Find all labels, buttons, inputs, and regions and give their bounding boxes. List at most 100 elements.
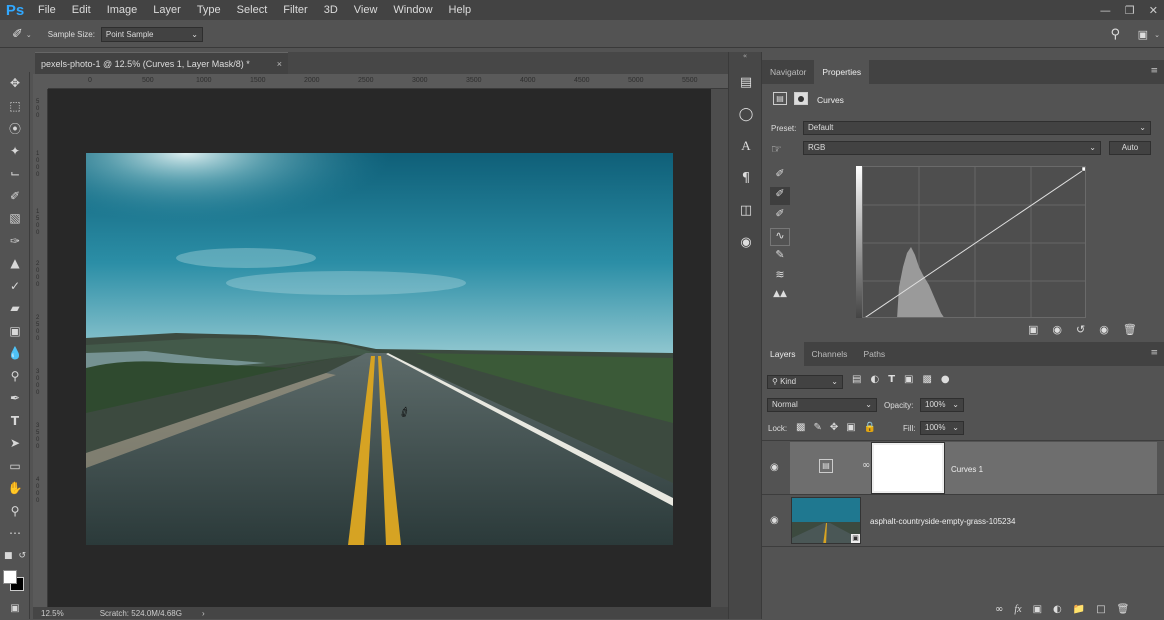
close-tab-icon[interactable]: × bbox=[277, 59, 282, 69]
add-mask-icon[interactable]: ▣ bbox=[1033, 604, 1042, 615]
chevron-right-icon[interactable]: › bbox=[202, 609, 205, 618]
smooth-curve-icon[interactable]: ≋ bbox=[770, 268, 790, 286]
quick-selection-tool-icon[interactable]: ✦ bbox=[0, 140, 30, 163]
delete-icon[interactable]: 🗑 bbox=[1123, 323, 1137, 336]
shape-filter-icon[interactable]: ▣ bbox=[904, 374, 913, 385]
lock-image-icon[interactable]: ✎ bbox=[813, 422, 821, 433]
visibility-eye-icon[interactable]: ◉ bbox=[1099, 323, 1109, 336]
pencil-draw-icon[interactable]: ✎ bbox=[770, 248, 790, 266]
vertical-ruler[interactable]: 5 0 0 1 0 0 0 1 5 0 0 2 0 0 0 2 5 0 0 3 … bbox=[33, 89, 48, 609]
quick-mask-icon[interactable]: ▣ bbox=[0, 597, 30, 620]
more-tools-icon[interactable]: ⋯ bbox=[0, 522, 30, 545]
type-filter-icon[interactable]: T bbox=[888, 374, 895, 385]
filter-toggle-icon[interactable]: ● bbox=[941, 374, 950, 385]
type-tool-icon[interactable]: T bbox=[0, 410, 30, 433]
menu-type[interactable]: Type bbox=[189, 4, 229, 16]
eyedropper-tool-icon[interactable]: ✐ bbox=[0, 185, 30, 208]
libraries-icon[interactable]: ◉ bbox=[729, 226, 763, 258]
move-tool-icon[interactable]: ✥ bbox=[0, 72, 30, 95]
character-icon[interactable]: A bbox=[729, 130, 763, 162]
menu-3d[interactable]: 3D bbox=[316, 4, 346, 16]
menu-view[interactable]: View bbox=[346, 4, 386, 16]
crop-tool-icon[interactable]: ⌙ bbox=[0, 162, 30, 185]
document-image[interactable] bbox=[86, 153, 673, 545]
layer-mask-icon[interactable] bbox=[794, 92, 808, 105]
restore-icon[interactable]: ❐ bbox=[1125, 4, 1135, 17]
blend-mode-select[interactable]: Normal ⌄ bbox=[767, 398, 877, 412]
horizontal-ruler[interactable]: 0 500 1000 1500 2000 2500 3000 3500 4000… bbox=[48, 74, 728, 89]
document-tab[interactable]: pexels-photo-1 @ 12.5% (Curves 1, Layer … bbox=[35, 52, 288, 74]
tab-layers[interactable]: Layers bbox=[762, 342, 804, 366]
delete-layer-icon[interactable]: 🗑 bbox=[1117, 604, 1130, 615]
clone-stamp-tool-icon[interactable]: ▲ bbox=[0, 252, 30, 275]
tab-paths[interactable]: Paths bbox=[855, 342, 893, 366]
history-brush-tool-icon[interactable]: ✓ bbox=[0, 275, 30, 298]
collapse-arrows-icon[interactable]: « bbox=[729, 52, 761, 66]
targeted-adjustment-icon[interactable]: ☞ bbox=[771, 142, 782, 156]
menu-edit[interactable]: Edit bbox=[64, 4, 99, 16]
blur-tool-icon[interactable]: 💧 bbox=[0, 342, 30, 365]
zoom-tool-icon[interactable]: ⚲ bbox=[0, 500, 30, 523]
opacity-input[interactable]: 100% ⌄ bbox=[920, 398, 964, 412]
gradient-tool-icon[interactable]: ▣ bbox=[0, 320, 30, 343]
link-chain-icon[interactable]: ∞ bbox=[862, 460, 870, 471]
marquee-tool-icon[interactable]: ⬚ bbox=[0, 95, 30, 118]
auto-button[interactable]: Auto bbox=[1109, 141, 1151, 155]
white-point-eyedropper-icon[interactable]: ✐ bbox=[770, 207, 790, 225]
layer-filter-select[interactable]: ⚲ Kind ⌄ bbox=[767, 375, 843, 389]
sample-size-select[interactable]: Point Sample ⌄ bbox=[100, 27, 203, 42]
vertical-scrollbar[interactable] bbox=[711, 89, 728, 607]
histogram-icon[interactable]: ▤ bbox=[729, 66, 763, 98]
pen-tool-icon[interactable]: ✒ bbox=[0, 387, 30, 410]
color-swatches[interactable] bbox=[0, 567, 30, 597]
foreground-color-swatch[interactable] bbox=[3, 570, 17, 584]
artboard-lock-icon[interactable]: ▣ bbox=[846, 422, 855, 433]
healing-brush-tool-icon[interactable]: ▧ bbox=[0, 207, 30, 230]
menu-filter[interactable]: Filter bbox=[275, 4, 315, 16]
curve-points-icon[interactable]: ∿ bbox=[770, 228, 790, 246]
ruler-origin[interactable] bbox=[33, 74, 48, 89]
minimize-icon[interactable]: — bbox=[1100, 4, 1111, 17]
menu-help[interactable]: Help bbox=[441, 4, 480, 16]
adjustment-filter-icon[interactable]: ◐ bbox=[870, 374, 879, 385]
clip-to-layer-icon[interactable]: ▣ bbox=[1028, 323, 1038, 336]
reset-icon[interactable]: ↺ bbox=[1076, 323, 1085, 336]
lock-all-icon[interactable]: 🔒 bbox=[864, 422, 876, 433]
layer-mask-thumbnail[interactable] bbox=[871, 442, 945, 494]
fill-input[interactable]: 100% ⌄ bbox=[920, 421, 964, 435]
hand-tool-icon[interactable]: ✋ bbox=[0, 477, 30, 500]
menu-file[interactable]: File bbox=[30, 4, 64, 16]
menu-layer[interactable]: Layer bbox=[145, 4, 189, 16]
swap-colors-icon[interactable]: ■ ↺ bbox=[0, 545, 30, 568]
view-previous-icon[interactable]: ◉ bbox=[1052, 323, 1062, 336]
new-group-icon[interactable]: 📁 bbox=[1073, 604, 1085, 615]
link-layers-icon[interactable]: ∞ bbox=[995, 604, 1003, 615]
tab-navigator[interactable]: Navigator bbox=[762, 60, 814, 84]
chevron-down-icon[interactable]: ⌄ bbox=[26, 31, 32, 39]
lock-position-icon[interactable]: ✥ bbox=[830, 422, 838, 433]
tab-properties[interactable]: Properties bbox=[814, 60, 870, 84]
new-adjustment-icon[interactable]: ◐ bbox=[1053, 604, 1062, 615]
paragraph-icon[interactable]: ¶ bbox=[729, 162, 763, 194]
panel-menu-icon[interactable]: ≡ bbox=[1150, 348, 1158, 358]
eraser-tool-icon[interactable]: ▰ bbox=[0, 297, 30, 320]
menu-image[interactable]: Image bbox=[99, 4, 146, 16]
workspace-icon[interactable]: ▣ bbox=[1138, 28, 1148, 41]
curves-adjustment-icon[interactable]: ▤ bbox=[773, 92, 787, 105]
gray-point-eyedropper-icon[interactable]: ✐ bbox=[770, 187, 790, 205]
curves-graph[interactable] bbox=[862, 166, 1086, 318]
preset-select[interactable]: Default ⌄ bbox=[803, 121, 1151, 135]
history-icon[interactable]: ◯ bbox=[729, 98, 763, 130]
brush-tool-icon[interactable]: ✑ bbox=[0, 230, 30, 253]
lasso-tool-icon[interactable]: ⦿ bbox=[0, 117, 30, 140]
black-point-eyedropper-icon[interactable]: ✐ bbox=[770, 167, 790, 185]
tab-channels[interactable]: Channels bbox=[804, 342, 856, 366]
visibility-eye-icon[interactable]: ◉ bbox=[770, 462, 779, 473]
close-icon[interactable]: ✕ bbox=[1149, 4, 1158, 17]
channel-select[interactable]: RGB ⌄ bbox=[803, 141, 1101, 155]
visibility-eye-icon[interactable]: ◉ bbox=[770, 515, 779, 526]
menu-window[interactable]: Window bbox=[385, 4, 440, 16]
search-icon[interactable]: ⚲ bbox=[1110, 27, 1120, 42]
menu-select[interactable]: Select bbox=[229, 4, 276, 16]
dodge-tool-icon[interactable]: ⚲ bbox=[0, 365, 30, 388]
